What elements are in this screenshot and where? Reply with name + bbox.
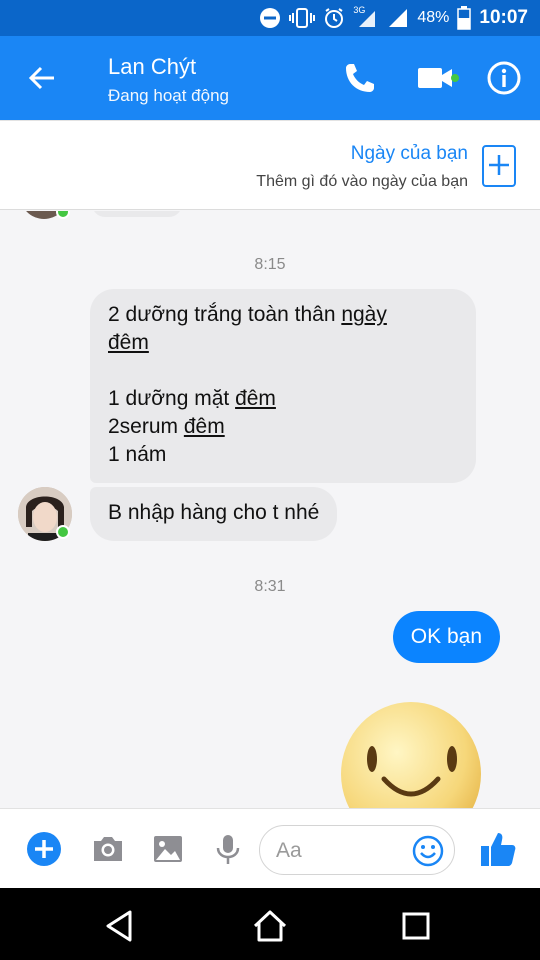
your-day-title[interactable]: Ngày của bạn [351,143,468,165]
vibrate-icon [289,8,316,28]
status-bar: 3G 48% 10:07 [0,0,540,36]
microphone-icon[interactable] [210,831,246,867]
battery-percentage: 48% [417,9,450,26]
gallery-icon[interactable] [150,831,186,867]
your-day-banner[interactable]: Ngày của bạn Thêm gì đó vào ngày của bạn [0,120,540,210]
thumbs-up-icon[interactable] [478,829,518,869]
message-line: 1 dưỡng mặt đêm [108,385,458,413]
recent-apps-nav-icon[interactable] [396,906,436,946]
mobile-data-indicator: 3G [353,5,379,29]
message-timestamp: 8:31 [254,578,286,595]
message-link[interactable]: đêm [184,415,225,438]
system-navigation-bar [0,888,540,960]
camera-icon[interactable] [90,831,126,867]
data-signal-icon [359,11,376,27]
message-input[interactable]: Aa [259,825,455,875]
smiley-sticker[interactable] [336,699,486,808]
message-text: 1 dưỡng mặt [108,387,236,410]
home-nav-icon[interactable] [250,906,290,946]
outgoing-message[interactable]: OK bạn [392,611,500,663]
info-icon[interactable] [486,60,522,96]
message-text: 2 dưỡng trắng toàn thân [108,303,342,326]
message-line: 2serum đêm [108,413,458,441]
your-day-subtitle: Thêm gì đó vào ngày của bạn [256,173,468,190]
message-line: đêm [108,329,458,357]
add-to-day-button[interactable] [482,145,516,187]
message-bubble-partial[interactable] [92,211,182,217]
message-link[interactable]: đêm [235,387,276,410]
add-more-icon[interactable] [26,831,62,867]
back-nav-icon[interactable] [100,906,140,946]
contact-name[interactable]: Lan Chýt [108,54,196,80]
alarm-icon [325,8,344,28]
online-indicator [56,525,70,539]
message-line: 2 dưỡng trắng toàn thân ngày [108,301,458,329]
incoming-message[interactable]: B nhập hàng cho t nhé [90,487,338,541]
video-call-icon[interactable] [416,58,464,98]
message-input-placeholder: Aa [276,839,302,862]
status-icons: 3G 48% 10:07 [259,0,528,36]
contact-status: Đang hoạt động [108,86,229,105]
incoming-message[interactable]: 2 dưỡng trắng toàn thân ngày đêm 1 dưỡng… [90,289,476,483]
phone-call-icon[interactable] [340,58,380,98]
conversation-header: Lan Chýt Đang hoạt động [0,36,540,120]
plus-icon [489,155,509,175]
message-line: 1 nám [108,443,167,466]
battery-icon [457,6,472,30]
message-text: 2serum [108,415,184,438]
emoji-icon[interactable] [412,835,444,867]
message-link[interactable]: ngày [341,303,387,326]
back-arrow-icon[interactable] [24,60,60,96]
message-link[interactable]: đêm [108,331,149,354]
message-composer: Aa [0,808,540,888]
clock: 10:07 [479,7,528,28]
message-thread[interactable]: 8:15 2 dưỡng trắng toàn thân ngày đêm 1 … [0,211,540,808]
message-timestamp: 8:15 [254,256,286,273]
do-not-disturb-icon [260,8,281,28]
online-indicator [56,211,70,219]
signal-strength-icon [389,9,408,27]
